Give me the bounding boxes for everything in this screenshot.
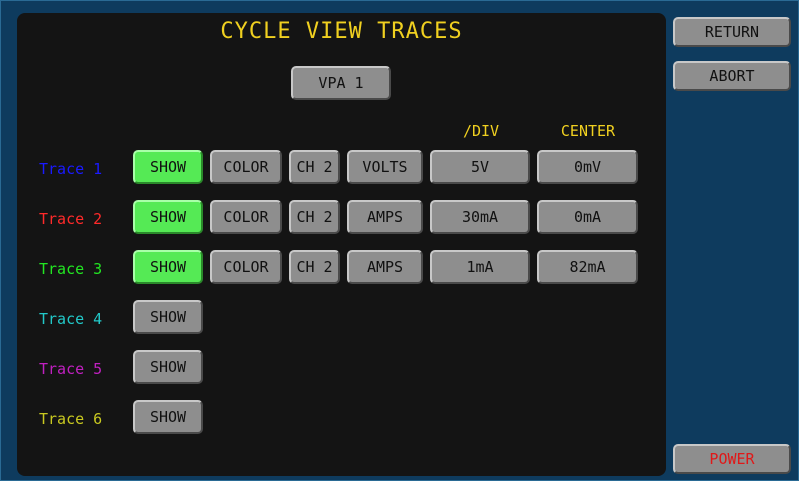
abort-button[interactable]: ABORT — [673, 61, 791, 91]
trace-3-show-button[interactable]: SHOW — [133, 250, 203, 284]
trace-3-color-button[interactable]: COLOR — [210, 250, 282, 284]
center-header: CENTER — [560, 122, 616, 140]
trace-1-label: Trace 1 — [39, 160, 103, 178]
trace-2-center-button[interactable]: 0mA — [537, 200, 638, 234]
trace-1-show-button[interactable]: SHOW — [133, 150, 203, 184]
trace-5-show-button[interactable]: SHOW — [133, 350, 203, 384]
trace-6-label: Trace 6 — [39, 410, 103, 428]
return-button[interactable]: RETURN — [673, 17, 791, 47]
trace-3-center-button[interactable]: 82mA — [537, 250, 638, 284]
trace-1-div-button[interactable]: 5V — [430, 150, 530, 184]
power-button[interactable]: POWER — [673, 444, 791, 474]
trace-3-label: Trace 3 — [39, 260, 103, 278]
trace-5-label: Trace 5 — [39, 360, 103, 378]
trace-2-color-button[interactable]: COLOR — [210, 200, 282, 234]
traces-panel: CYCLE VIEW TRACES VPA 1 /DIV CENTER Trac… — [17, 13, 666, 476]
div-header: /DIV — [462, 122, 500, 140]
trace-2-unit-button[interactable]: AMPS — [347, 200, 423, 234]
trace-4-label: Trace 4 — [39, 310, 103, 328]
trace-6-show-button[interactable]: SHOW — [133, 400, 203, 434]
trace-4-show-button[interactable]: SHOW — [133, 300, 203, 334]
trace-2-label: Trace 2 — [39, 210, 103, 228]
trace-2-div-button[interactable]: 30mA — [430, 200, 530, 234]
page-title: CYCLE VIEW TRACES — [220, 19, 463, 44]
trace-2-channel-button[interactable]: CH 2 — [289, 200, 340, 234]
trace-1-color-button[interactable]: COLOR — [210, 150, 282, 184]
trace-1-unit-button[interactable]: VOLTS — [347, 150, 423, 184]
trace-3-channel-button[interactable]: CH 2 — [289, 250, 340, 284]
trace-1-channel-button[interactable]: CH 2 — [289, 150, 340, 184]
trace-2-show-button[interactable]: SHOW — [133, 200, 203, 234]
trace-1-center-button[interactable]: 0mV — [537, 150, 638, 184]
screen-frame: CYCLE VIEW TRACES VPA 1 /DIV CENTER Trac… — [0, 0, 799, 481]
trace-3-div-button[interactable]: 1mA — [430, 250, 530, 284]
trace-3-unit-button[interactable]: AMPS — [347, 250, 423, 284]
vpa-select-button[interactable]: VPA 1 — [291, 66, 391, 100]
